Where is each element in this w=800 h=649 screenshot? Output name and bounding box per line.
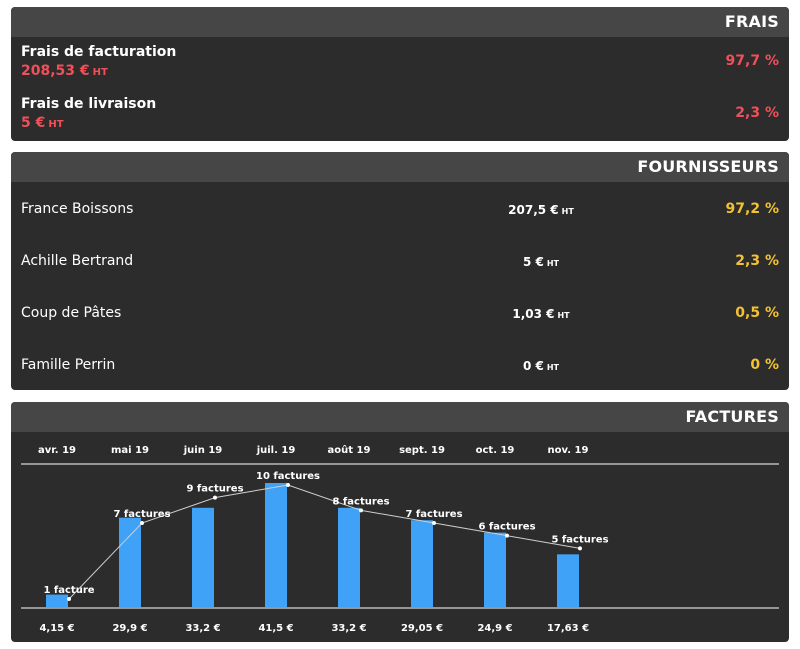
month-label: sept. 19 [399, 445, 445, 456]
month-label: juin 19 [183, 445, 223, 456]
frais-amount: 208,53 € HT [21, 63, 108, 79]
fournisseurs-title: FOURNISSEURS [637, 157, 779, 176]
invoice-count-point [213, 495, 217, 500]
amount-label: 29,05 € [401, 623, 443, 634]
fournisseurs-card: FOURNISSEURS France Boissons 207,5 € HT 9… [11, 152, 789, 390]
invoice-bar[interactable] [192, 507, 214, 607]
supplier-amount: 5 € HT [522, 255, 560, 269]
invoice-bar[interactable] [265, 483, 287, 607]
amount-label: 29,9 € [112, 623, 147, 634]
supplier-name: Famille Perrin [21, 357, 116, 373]
frais-card: FRAIS Frais de facturation 208,53 € HT 97… [11, 7, 789, 141]
invoice-count-label: 1 facture [43, 585, 94, 596]
invoice-bar[interactable] [338, 507, 360, 607]
amount-label: 24,9 € [477, 623, 512, 634]
invoice-count-point [140, 521, 144, 525]
month-label: avr. 19 [38, 445, 76, 456]
supplier-amount: 0 € HT [522, 359, 560, 373]
invoice-count-point [359, 508, 363, 513]
amount-label: 4,15 € [39, 623, 74, 634]
invoice-count-label: 9 factures [186, 484, 243, 495]
frais-percent: 2,3 % [735, 105, 779, 121]
invoice-count-point [578, 546, 582, 551]
invoice-count-point [286, 483, 290, 487]
invoices-chart: avr. 19 4,15 € mai 19 29,9 € juin 19 33,2 € ju… [21, 444, 779, 634]
invoice-count-label: 7 factures [405, 509, 462, 520]
frais-amount: 5 € HT [21, 115, 64, 131]
invoice-count-point [432, 521, 436, 525]
frais-title: FRAIS [724, 12, 779, 31]
supplier-percent: 2,3 % [735, 253, 779, 269]
invoice-count-label: 8 factures [332, 496, 389, 507]
supplier-row[interactable]: Achille Bertrand 5 € HT 2,3 % [11, 236, 789, 288]
invoice-count-label: 6 factures [478, 522, 535, 533]
frais-header: FRAIS [11, 7, 789, 37]
frais-percent: 97,7 % [725, 53, 779, 69]
supplier-name: Achille Bertrand [21, 253, 134, 269]
supplier-percent: 0,5 % [735, 305, 779, 321]
month-label: août 19 [328, 444, 371, 456]
month-label: oct. 19 [476, 445, 515, 456]
invoice-bar[interactable] [557, 554, 579, 607]
frais-label: Frais de facturation [21, 44, 177, 60]
invoice-count-label: 5 factures [551, 534, 608, 545]
month-label: nov. 19 [548, 445, 589, 456]
invoice-bar[interactable] [411, 520, 433, 607]
supplier-percent: 97,2 % [725, 201, 779, 217]
supplier-name: France Boissons [21, 201, 134, 217]
supplier-row[interactable]: Coup de Pâtes 1,03 € HT 0,5 % [11, 288, 789, 340]
month-label: mai 19 [111, 445, 149, 456]
invoice-count-point [67, 597, 71, 601]
amount-label: 17,63 € [547, 623, 589, 634]
supplier-amount: 1,03 € HT [512, 307, 570, 321]
frais-label: Frais de livraison [21, 96, 157, 112]
frais-row-livraison[interactable]: Frais de livraison 5 € HT 2,3 % [11, 89, 789, 141]
supplier-row[interactable]: Famille Perrin 0 € HT 0 % [11, 340, 789, 390]
supplier-amount: 207,5 € HT [508, 203, 574, 217]
amount-label: 33,2 € [185, 623, 220, 634]
supplier-percent: 0 % [750, 357, 779, 373]
amount-label: 41,5 € [258, 623, 293, 634]
invoice-count-label: 7 factures [113, 509, 170, 520]
amount-label: 33,2 € [331, 623, 366, 634]
invoice-bar[interactable] [119, 517, 141, 607]
month-label: juil. 19 [256, 445, 296, 456]
factures-card: FACTURES avr. 19 4,15 € mai 19 29,9 € juin 1… [11, 402, 789, 642]
frais-row-facturation[interactable]: Frais de facturation 208,53 € HT 97,7 % [11, 37, 789, 89]
fournisseurs-header: FOURNISSEURS [11, 152, 789, 182]
invoice-count-label: 10 factures [256, 471, 320, 482]
invoice-bar[interactable] [484, 532, 506, 607]
supplier-name: Coup de Pâtes [21, 305, 122, 321]
supplier-row[interactable]: France Boissons 207,5 € HT 97,2 % [11, 184, 789, 236]
invoice-bar[interactable] [46, 594, 68, 607]
invoice-count-point [505, 533, 509, 538]
